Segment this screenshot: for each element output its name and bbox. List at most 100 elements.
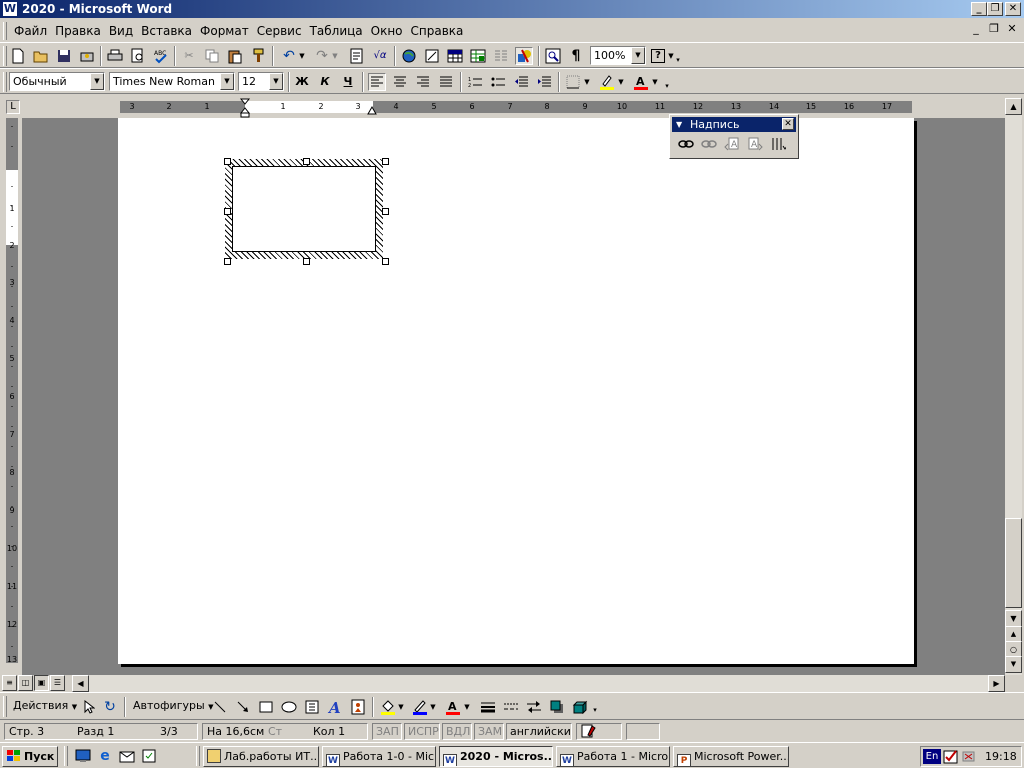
toolbar-grip[interactable] — [3, 72, 7, 92]
antivirus-icon[interactable] — [943, 749, 959, 765]
paste-icon[interactable] — [226, 47, 244, 65]
redo-icon[interactable]: ↷ — [313, 47, 331, 65]
menu-view[interactable]: Вид — [105, 21, 137, 41]
autoshapes-menu[interactable]: Автофигуры ▼ — [133, 699, 214, 712]
actions-menu[interactable]: Действия ▼ — [13, 699, 77, 712]
bullets-icon[interactable] — [489, 73, 507, 91]
resize-handle[interactable] — [224, 258, 231, 265]
vertical-scrollbar[interactable]: ▲ ▼ ▲ ○ ▼ — [1005, 98, 1022, 675]
next-textbox-icon[interactable]: A — [746, 135, 764, 153]
fill-color-dropdown-icon[interactable]: ▼ — [396, 698, 406, 716]
help-icon[interactable]: ? — [651, 49, 665, 63]
outline-view-icon[interactable]: ☰ — [50, 675, 65, 691]
track-changes-indicator[interactable]: ИСПР — [404, 723, 440, 740]
task-button[interactable]: W Работа 1 - Micro... — [556, 746, 670, 767]
highlight-dropdown-icon[interactable]: ▼ — [616, 73, 626, 91]
line-color-icon[interactable] — [411, 698, 429, 716]
format-painter-icon[interactable] — [249, 47, 267, 65]
record-macro-indicator[interactable]: ЗАП — [372, 723, 402, 740]
maximize-button[interactable]: ❐ — [987, 2, 1003, 16]
save-icon[interactable] — [55, 47, 73, 65]
clock[interactable]: 19:18 — [985, 747, 1017, 766]
menu-table[interactable]: Таблица — [306, 21, 367, 41]
select-objects-icon[interactable] — [80, 698, 98, 716]
style-select[interactable]: Обычный ▼ — [9, 72, 105, 91]
decrease-indent-icon[interactable] — [512, 73, 530, 91]
font-size-select[interactable]: 12 ▼ — [238, 72, 284, 91]
clip-art-icon[interactable] — [349, 698, 367, 716]
toolbar-menu-icon[interactable]: ▼ — [676, 117, 682, 132]
task-button[interactable]: Лаб.работы ИТ... — [203, 746, 319, 767]
increase-indent-icon[interactable] — [535, 73, 553, 91]
scroll-right-icon[interactable]: ▶ — [988, 675, 1005, 692]
internet-explorer-icon[interactable]: e — [96, 747, 114, 765]
doc-restore-button[interactable]: ❐ — [986, 23, 1002, 37]
horizontal-scrollbar[interactable]: ◀ ▶ — [72, 675, 1005, 692]
line-style-icon[interactable] — [479, 698, 497, 716]
toolbar-grip[interactable] — [3, 696, 7, 717]
menu-tools[interactable]: Сервис — [253, 21, 306, 41]
spelling-status[interactable] — [576, 723, 622, 740]
align-center-icon[interactable] — [391, 73, 409, 91]
oval-icon[interactable] — [280, 698, 298, 716]
resize-handle[interactable] — [224, 208, 231, 215]
font-color-icon[interactable]: A — [632, 73, 650, 91]
horizontal-ruler[interactable]: L 3 2 1 1 2 3 4 5 6 7 8 9 10 11 12 13 14… — [0, 98, 1024, 118]
document-page[interactable] — [118, 118, 914, 664]
align-right-icon[interactable] — [414, 73, 432, 91]
tables-borders-icon[interactable] — [423, 47, 441, 65]
chevron-down-icon[interactable]: ▼ — [269, 73, 283, 90]
equation-icon[interactable]: √α — [371, 47, 389, 65]
chevron-down-icon[interactable]: ▼ — [90, 73, 104, 90]
task-button[interactable]: W Работа 1-0 - Mic... — [322, 746, 436, 767]
font-color-icon[interactable]: A — [444, 698, 462, 716]
menu-file[interactable]: Файл — [10, 21, 51, 41]
doc-minimize-button[interactable]: _ — [968, 23, 984, 37]
minimize-button[interactable]: _ — [971, 2, 987, 16]
text-box-icon[interactable] — [303, 698, 321, 716]
change-text-direction-icon[interactable] — [769, 135, 787, 153]
new-document-icon[interactable] — [9, 47, 27, 65]
close-button[interactable]: ✕ — [1005, 2, 1021, 16]
document-area[interactable] — [22, 118, 1005, 675]
wordart-icon[interactable]: A — [326, 698, 344, 716]
resize-handle[interactable] — [303, 258, 310, 265]
show-desktop-icon[interactable] — [74, 747, 92, 765]
quick-launch-doc-icon[interactable] — [140, 747, 158, 765]
menu-grip[interactable] — [3, 22, 7, 40]
dash-style-icon[interactable] — [502, 698, 520, 716]
quick-launch-grip[interactable] — [64, 746, 68, 766]
textbox-toolbar-title-bar[interactable]: ▼ Надпись ✕ — [672, 117, 796, 132]
insert-hyperlink-icon[interactable] — [348, 47, 366, 65]
fill-color-icon[interactable] — [379, 698, 397, 716]
scroll-down-icon[interactable]: ▼ — [1005, 610, 1022, 627]
indent-marker-icon[interactable] — [239, 98, 253, 118]
menu-help[interactable]: Справка — [407, 21, 468, 41]
next-page-icon[interactable]: ▼ — [1005, 656, 1022, 673]
line-color-dropdown-icon[interactable]: ▼ — [428, 698, 438, 716]
scroll-thumb[interactable] — [1005, 518, 1022, 608]
menu-edit[interactable]: Правка — [51, 21, 105, 41]
print-icon[interactable] — [106, 47, 124, 65]
chevron-down-icon[interactable]: ▼ — [220, 73, 234, 90]
borders-dropdown-icon[interactable]: ▼ — [582, 73, 592, 91]
numbering-icon[interactable]: 12 — [466, 73, 484, 91]
copy-icon[interactable] — [203, 47, 221, 65]
outlook-express-icon[interactable] — [118, 747, 136, 765]
undo-dropdown-icon[interactable]: ▼ — [297, 47, 307, 65]
permission-icon[interactable] — [78, 47, 96, 65]
bold-button[interactable]: Ж — [293, 73, 311, 91]
previous-textbox-icon[interactable]: A — [723, 135, 741, 153]
italic-button[interactable]: К — [316, 73, 334, 91]
undo-icon[interactable]: ↶ — [280, 47, 298, 65]
normal-view-icon[interactable]: ≡ — [2, 675, 17, 691]
web-toolbar-icon[interactable] — [400, 47, 418, 65]
menu-insert[interactable]: Вставка — [137, 21, 196, 41]
insert-excel-icon[interactable] — [469, 47, 487, 65]
justify-icon[interactable] — [437, 73, 455, 91]
resize-handle[interactable] — [303, 158, 310, 165]
3d-icon[interactable] — [571, 698, 589, 716]
insert-table-icon[interactable] — [446, 47, 464, 65]
scroll-left-icon[interactable]: ◀ — [72, 675, 89, 692]
resize-handle[interactable] — [382, 208, 389, 215]
